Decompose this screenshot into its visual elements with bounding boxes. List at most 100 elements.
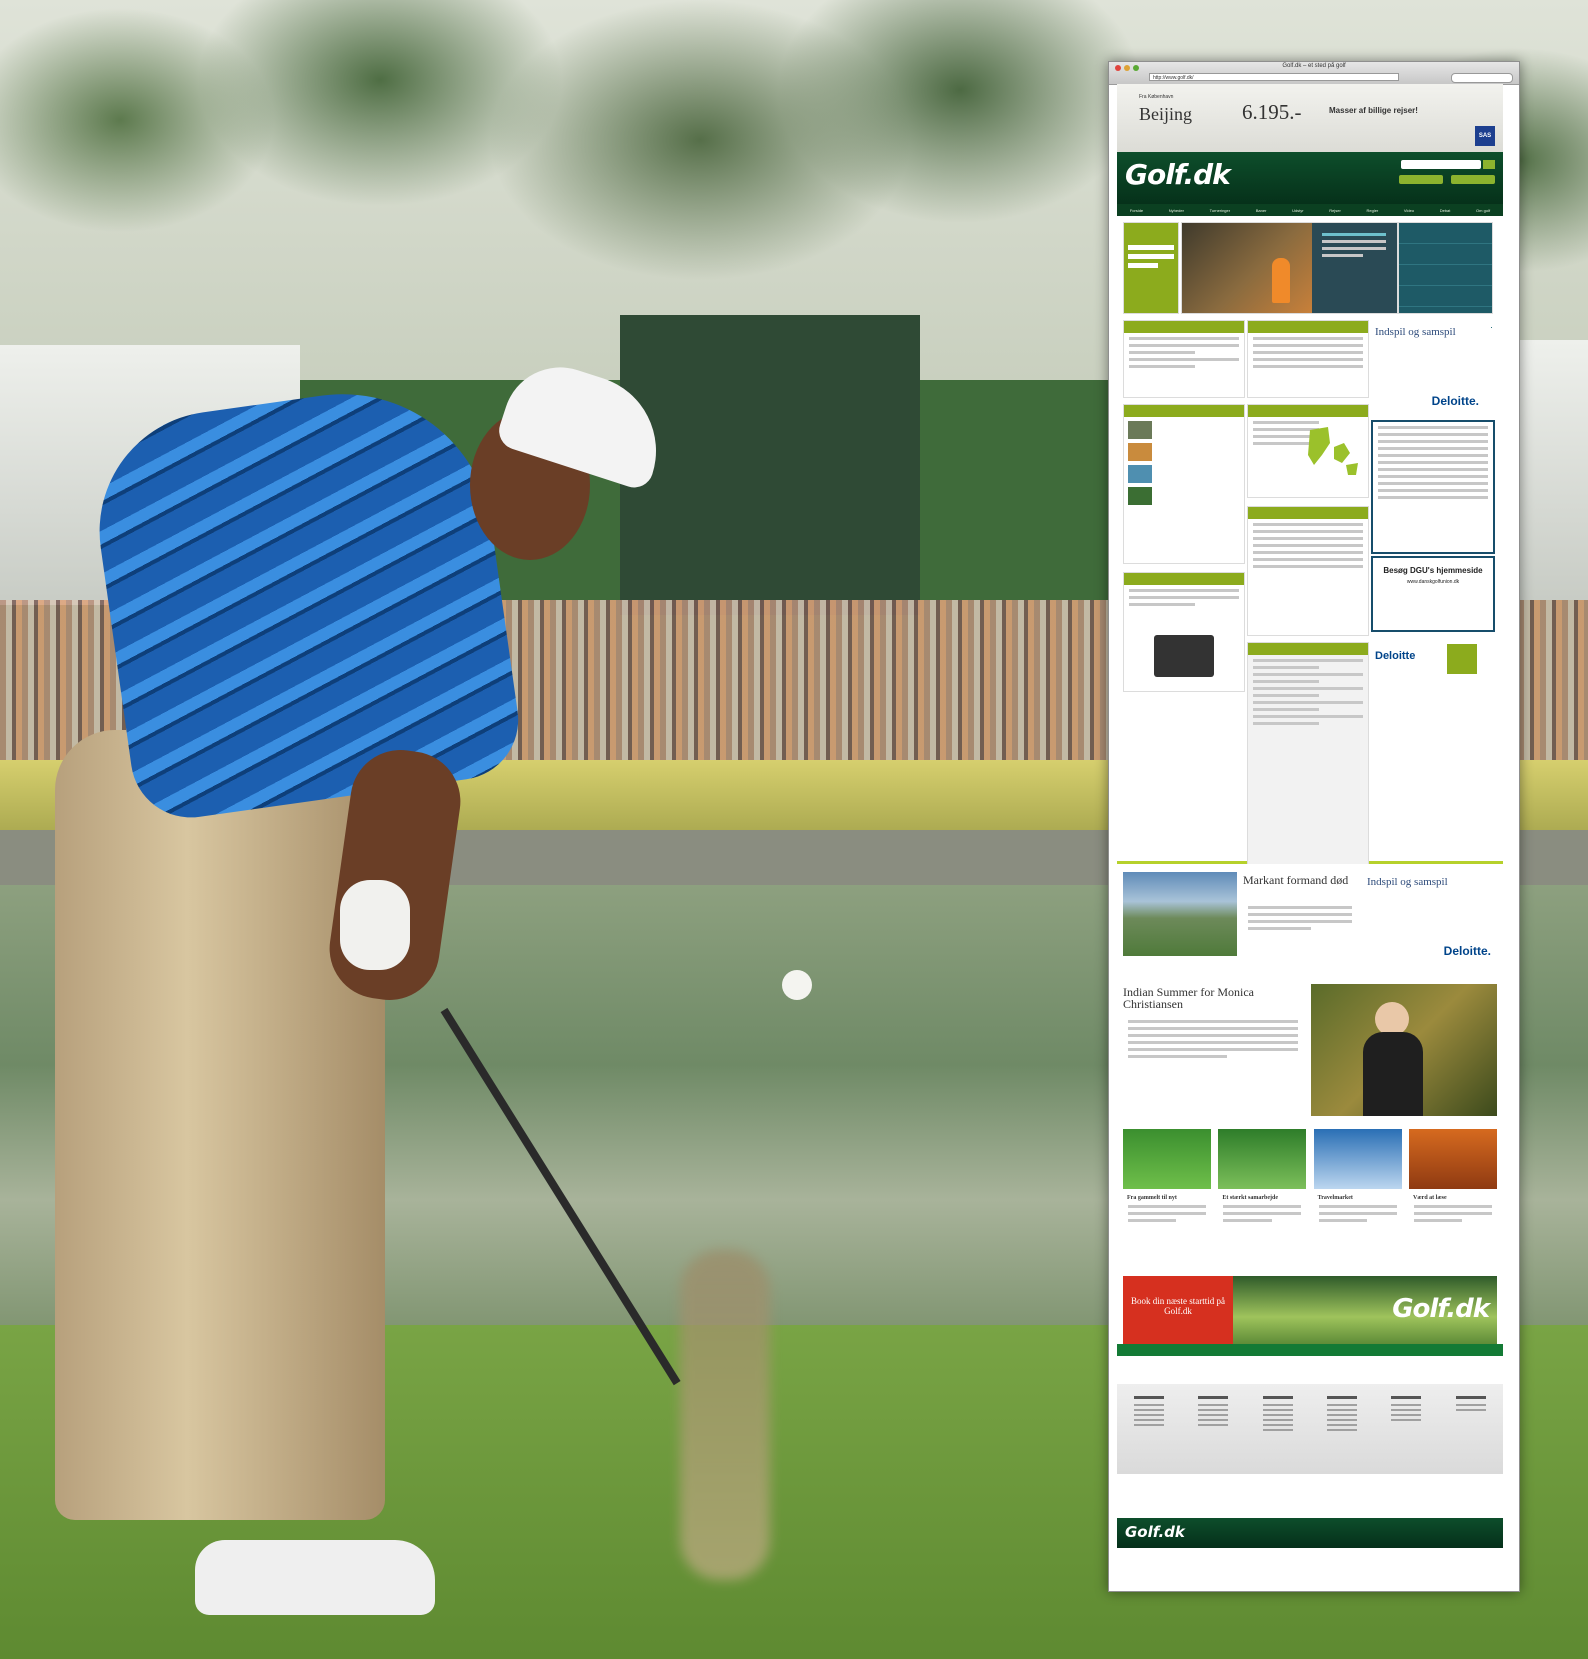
feature-tile[interactable]: Et stærkt samarbejde	[1218, 1129, 1307, 1259]
news-box	[1123, 404, 1245, 564]
nav-item[interactable]: Forside	[1130, 208, 1143, 213]
article1-text	[1243, 902, 1357, 934]
ad-city: Beijing	[1139, 104, 1192, 124]
nav-item[interactable]: Rejser	[1329, 208, 1341, 213]
news-thumb[interactable]	[1128, 443, 1152, 461]
indspil-ad-heading: Indspil og samspil	[1375, 326, 1456, 338]
denmark-map-icon[interactable]	[1300, 425, 1360, 480]
browser-window: Golf.dk – et sted på golf http://www.gol…	[1108, 61, 1520, 1592]
footer-column	[1262, 1396, 1293, 1474]
footer-logo[interactable]: Golf.dk	[1125, 1523, 1185, 1541]
deloitte-ad-1[interactable]: Indspil og samspil Deloitte.	[1371, 322, 1491, 412]
golf-club	[440, 1007, 681, 1386]
web-page: Fra København Beijing 6.195.- Masser af …	[1117, 84, 1503, 1548]
deloitte-logo: Deloitte.	[1443, 944, 1491, 958]
golfer-shoe	[195, 1540, 435, 1615]
shop-box	[1123, 572, 1245, 692]
news-thumb[interactable]	[1128, 421, 1152, 439]
window-title: Golf.dk – et sted på golf	[1282, 63, 1346, 69]
feature-tile[interactable]: Værd at læse	[1408, 1129, 1497, 1259]
deloitte-ad-2[interactable]: Deloitte	[1371, 636, 1491, 680]
hero-side-item[interactable]	[1399, 286, 1492, 307]
tile-image	[1123, 1129, 1211, 1189]
search-button[interactable]	[1483, 160, 1495, 169]
tile-title: Fra gammelt til nyt	[1127, 1195, 1177, 1201]
hero-side-item[interactable]	[1399, 265, 1492, 286]
site-search-input[interactable]	[1401, 160, 1481, 169]
nav-item[interactable]: Turneringer	[1210, 208, 1231, 213]
promo-text: Book din næste starttid på Golf.dk	[1123, 1276, 1233, 1344]
hero-player	[1272, 258, 1290, 303]
box-header	[1248, 507, 1368, 519]
box-header	[1248, 321, 1368, 333]
article2-text	[1123, 1016, 1303, 1062]
box-header	[1248, 643, 1368, 655]
feature-tiles: Fra gammelt til nyt Et stærkt samarbejde…	[1123, 1129, 1497, 1259]
leaderboard-box	[1371, 420, 1495, 554]
tile-image	[1408, 1129, 1497, 1189]
article1-title[interactable]: Markant formand død	[1243, 874, 1363, 886]
footer-column	[1134, 1396, 1165, 1474]
dgu-ad[interactable]: Besøg DGU's hjemmeside www.danskgolfunio…	[1371, 556, 1495, 632]
feature-tile[interactable]: Fra gammelt til nyt	[1123, 1129, 1211, 1259]
deloitte-logo: Deloitte.	[1431, 394, 1479, 408]
nav-item[interactable]: Regler	[1366, 208, 1378, 213]
username-field[interactable]	[1128, 245, 1174, 250]
golfer	[0, 0, 800, 1659]
tile-image	[1218, 1129, 1307, 1189]
airline-logo: SAS	[1475, 126, 1495, 146]
footer-spacer	[1117, 1474, 1503, 1518]
tile-title: Travelmarket	[1317, 1195, 1353, 1201]
recent-results-box	[1247, 320, 1369, 398]
nav-item[interactable]: Video	[1404, 208, 1414, 213]
article2-title[interactable]: Indian Summer for Monica Christiansen	[1123, 986, 1293, 1010]
site-header: Golf.dk	[1117, 152, 1503, 204]
hero-side-item[interactable]	[1399, 223, 1492, 244]
product-image[interactable]	[1154, 635, 1214, 677]
nav-item[interactable]: Nyheder	[1169, 208, 1184, 213]
article1-image[interactable]	[1123, 872, 1237, 956]
footer-bar: Golf.dk	[1117, 1518, 1503, 1548]
footer-links	[1117, 1384, 1503, 1474]
hero-story[interactable]	[1181, 222, 1398, 314]
player-face	[1375, 1002, 1409, 1036]
poll-box	[1123, 320, 1245, 398]
promo-logo: Golf.dk	[1392, 1294, 1490, 1324]
nav-item[interactable]: Debat	[1440, 208, 1451, 213]
site-logo[interactable]: Golf.dk	[1125, 158, 1231, 191]
header-button-1[interactable]	[1399, 175, 1443, 184]
dgu-visit-text: Besøg DGU's hjemmeside	[1383, 566, 1483, 575]
dgu-url: www.danskgolfunion.dk	[1406, 579, 1460, 585]
golfer-pants	[55, 730, 385, 1520]
nav-item[interactable]: Udstyr	[1292, 208, 1304, 213]
hero-side-item[interactable]	[1399, 244, 1492, 265]
footer-column	[1391, 1396, 1422, 1474]
classifieds-box	[1247, 642, 1369, 900]
header-button-2[interactable]	[1451, 175, 1495, 184]
nav-item[interactable]: Om golf	[1476, 208, 1490, 213]
booking-promo[interactable]: Book din næste starttid på Golf.dk Golf.…	[1123, 1276, 1497, 1344]
feature-tile[interactable]: Travelmarket	[1313, 1129, 1402, 1259]
article2-image[interactable]	[1311, 984, 1497, 1116]
password-field[interactable]	[1128, 254, 1174, 259]
video-box	[1247, 506, 1369, 636]
player-body	[1363, 1032, 1423, 1116]
news-thumb[interactable]	[1128, 487, 1152, 505]
map-box	[1247, 404, 1369, 498]
footer-column	[1198, 1396, 1229, 1474]
box-header	[1124, 573, 1244, 585]
login-box	[1123, 222, 1179, 314]
indspil-ad-heading[interactable]: Indspil og samspil	[1367, 876, 1448, 888]
address-bar[interactable]: http://www.golf.dk/	[1149, 73, 1399, 81]
box-header	[1124, 321, 1244, 333]
news-thumb[interactable]	[1128, 465, 1152, 483]
login-button[interactable]	[1128, 263, 1158, 268]
main-nav: Forside Nyheder Turneringer Baner Udstyr…	[1117, 204, 1503, 216]
box-header	[1124, 405, 1244, 417]
golfer-glove	[340, 880, 410, 970]
browser-search-field[interactable]	[1451, 73, 1513, 83]
travel-ad-banner[interactable]: Fra København Beijing 6.195.- Masser af …	[1117, 84, 1503, 152]
hero-text	[1317, 229, 1391, 261]
divot-spray	[680, 1250, 770, 1580]
nav-item[interactable]: Baner	[1256, 208, 1267, 213]
